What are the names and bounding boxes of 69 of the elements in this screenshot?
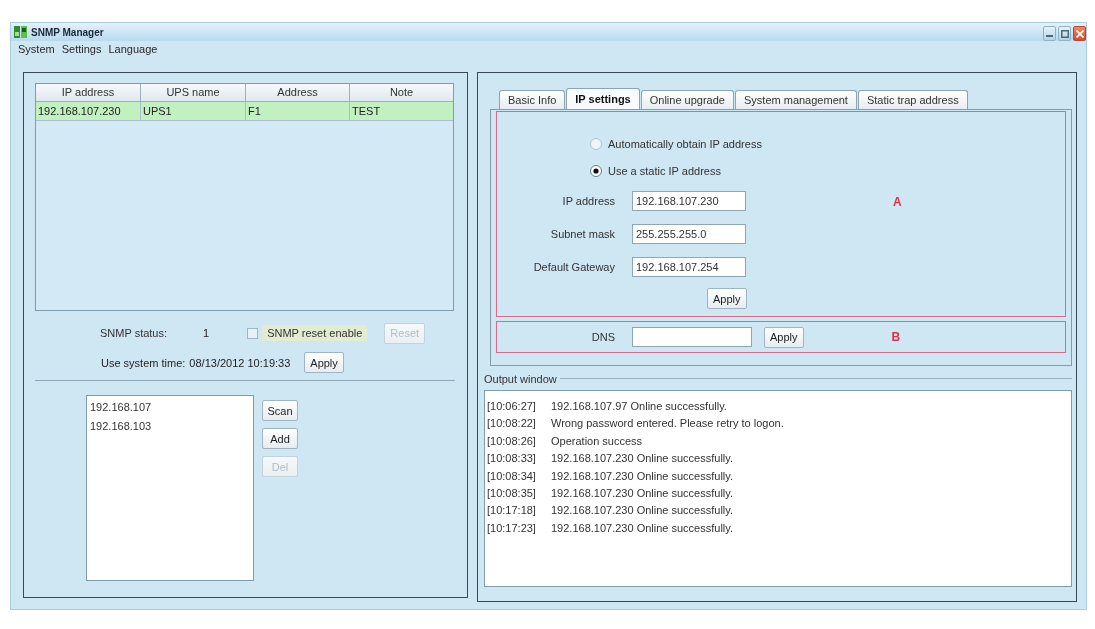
action-button[interactable]: Add xyxy=(262,428,298,449)
column-header[interactable]: Address xyxy=(246,84,350,101)
field-label: Default Gateway xyxy=(533,261,615,273)
tab[interactable]: Online upgrade xyxy=(640,90,734,109)
action-button[interactable]: Scan xyxy=(262,400,298,421)
close-button[interactable] xyxy=(1073,26,1086,41)
status-label: SNMP status: xyxy=(100,327,168,339)
input-field[interactable]: 192.168.107.254 xyxy=(632,257,746,277)
menu-item[interactable]: Language xyxy=(108,43,158,55)
tab[interactable]: IP settings xyxy=(566,88,640,109)
list-item[interactable]: 192.168.103 xyxy=(87,417,253,436)
maximize-icon xyxy=(1060,29,1069,38)
radio-label: Use a static IP address xyxy=(608,165,721,177)
log-message: 192.168.107.230 Online successfully. xyxy=(551,451,734,467)
time-value: 08/13/2012 10:19:33 xyxy=(189,356,291,369)
group-label: Output window xyxy=(484,372,558,385)
log-message: 192.168.107.230 Online successfully. xyxy=(551,468,734,484)
window-title: SNMP Manager xyxy=(31,26,105,38)
log-message: Operation success xyxy=(551,433,643,449)
field-label: IP address xyxy=(562,195,615,207)
tab[interactable]: System management xyxy=(735,90,857,109)
table-cell: 192.168.107.230 xyxy=(36,102,141,120)
table-row[interactable]: 192.168.107.230 UPS1 F1 TEST xyxy=(36,102,453,121)
annotation-label: A xyxy=(893,195,902,209)
app-icon xyxy=(14,26,27,38)
status-value: 1 xyxy=(203,327,210,339)
log-timestamp: [10:08:22] xyxy=(487,416,537,432)
menu-item[interactable]: Settings xyxy=(61,43,102,55)
column-header[interactable]: Note xyxy=(350,84,453,101)
log-message: 192.168.107.230 Online successfully. xyxy=(551,485,734,501)
apply-button[interactable]: Apply xyxy=(764,326,804,348)
annotation-label: B xyxy=(891,330,901,344)
apply-button[interactable]: Apply xyxy=(304,352,344,373)
time-label: Use system time: xyxy=(101,356,186,369)
column-header[interactable]: UPS name xyxy=(141,84,246,101)
minimize-icon xyxy=(1046,35,1053,37)
log-timestamp: [10:08:33] xyxy=(487,451,537,467)
close-icon xyxy=(1075,29,1084,38)
field-label: Subnet mask xyxy=(550,228,615,240)
input-field[interactable] xyxy=(632,327,752,347)
maximize-button[interactable] xyxy=(1058,26,1071,41)
tab[interactable]: Basic Info xyxy=(499,90,566,109)
checkbox-label: SNMP reset enable xyxy=(262,325,368,341)
log-message: 192.168.107.230 Online successfully. xyxy=(551,520,734,536)
log-message: 192.168.107.230 Online successfully. xyxy=(551,503,734,519)
log-timestamp: [10:17:23] xyxy=(487,520,537,536)
apply-button[interactable]: Apply xyxy=(707,288,747,309)
radio-button[interactable] xyxy=(590,138,602,150)
column-header[interactable]: IP address xyxy=(36,84,141,101)
radio-button[interactable] xyxy=(590,165,602,177)
log-message: Wrong password entered. Please retry to logon. xyxy=(551,416,784,432)
table-cell-text: TEST xyxy=(351,104,382,119)
log-timestamp: [10:08:34] xyxy=(487,468,537,484)
log-timestamp: [10:17:18] xyxy=(487,503,537,519)
table-cell: UPS1 xyxy=(141,102,246,120)
checkbox[interactable] xyxy=(247,327,259,339)
log-message: 192.168.107.97 Online successfully. xyxy=(551,399,727,414)
log-timestamp: [10:06:27] xyxy=(487,399,537,414)
table-cell: F1 xyxy=(246,102,350,120)
field-label: DNS xyxy=(591,331,615,343)
input-field[interactable]: 192.168.107.230 xyxy=(632,191,746,211)
input-field[interactable]: 255.255.255.0 xyxy=(632,224,746,244)
log-timestamp: [10:08:26] xyxy=(487,433,537,449)
tab[interactable]: Static trap address xyxy=(857,90,968,109)
menu-item[interactable]: System xyxy=(18,43,55,55)
list-item[interactable]: 192.168.107 xyxy=(87,398,253,417)
radio-label: Automatically obtain IP address xyxy=(608,138,762,150)
minimize-button[interactable] xyxy=(1043,26,1056,41)
log-timestamp: [10:08:35] xyxy=(487,485,537,501)
